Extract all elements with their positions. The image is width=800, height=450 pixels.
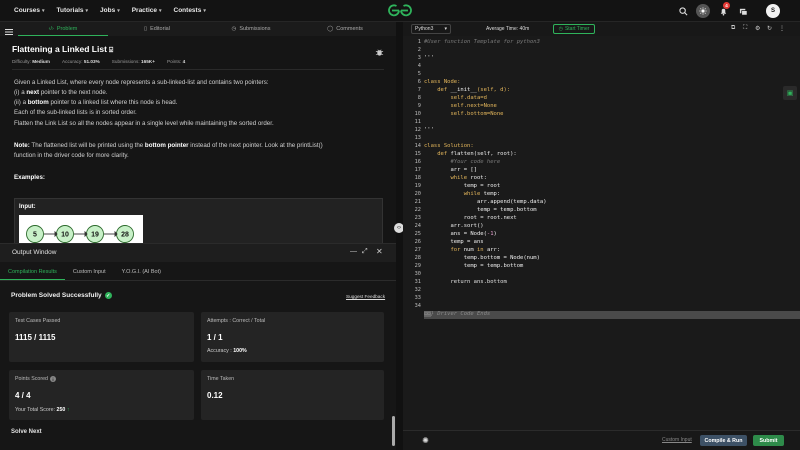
divider xyxy=(12,69,384,70)
accuracy-text: Accuracy : 100% xyxy=(207,348,247,354)
scrollbar[interactable] xyxy=(392,416,395,446)
editor-toolbar: Python3 ▾ Average Time: 40m ◷ Start Timer … xyxy=(403,22,800,36)
chevron-down-icon: ▾ xyxy=(117,7,120,14)
start-timer-button[interactable]: ◷ Start Timer xyxy=(553,24,595,34)
tab-editorial[interactable]: ▯ Editorial xyxy=(112,22,202,36)
bell-icon[interactable]: 4 xyxy=(716,2,730,18)
problem-point-2: (ii) a bottom pointer to a linked list w… xyxy=(14,99,178,106)
more-icon[interactable]: ⋮ xyxy=(779,25,785,32)
comment-icon: ◯ xyxy=(327,26,334,32)
floating-chat-icon[interactable]: ▣ xyxy=(783,86,797,100)
nav-tutorials[interactable]: Tutorials ▾ xyxy=(57,7,88,14)
output-tabs: Compilation Results Custom Input Y.O.G.I… xyxy=(0,264,396,281)
code-icon: ‹/› xyxy=(48,25,54,32)
minimize-icon[interactable]: — xyxy=(350,248,357,255)
info-icon[interactable]: i xyxy=(49,376,56,382)
test-cases-value: 1115 / 1115 xyxy=(15,333,56,342)
nav-practice[interactable]: Practice ▾ xyxy=(132,7,162,14)
reset-icon[interactable]: ↻ xyxy=(767,25,772,32)
custom-input-link[interactable]: Custom Input xyxy=(662,437,692,443)
problem-note: Note: The flattened list will be printed… xyxy=(14,142,323,149)
code-editor[interactable]: #User function Template for python3 ''' … xyxy=(403,36,800,330)
fold-marker[interactable]: ▭▭ xyxy=(424,311,431,317)
average-time: Average Time: 40m xyxy=(486,26,530,32)
output-window: Output Window — ⤢ ✕ Compilation Results … xyxy=(0,243,396,450)
points-value: 4 / 4 xyxy=(15,391,31,400)
status-text: Problem Solved Successfully ✓ xyxy=(11,292,112,299)
top-navbar: Courses ▾ Tutorials ▾ Jobs ▾ Practice ▾ Cont… xyxy=(0,0,800,22)
input-label: Input: xyxy=(19,204,36,210)
output-window-header: Output Window — ⤢ ✕ xyxy=(0,244,396,262)
solve-next-heading[interactable]: Solve Next xyxy=(11,429,42,435)
settings-icon[interactable]: ⚙ xyxy=(755,25,760,32)
chevron-down-icon: ▾ xyxy=(444,26,447,32)
problem-point-3: Each of the sub-linked lists is in sorte… xyxy=(14,109,137,116)
tab-comments[interactable]: ◯ Comments xyxy=(300,22,390,36)
check-circle-icon: ✓ xyxy=(104,292,112,299)
node-label: 5 xyxy=(33,232,37,239)
nav-courses[interactable]: Courses ▾ xyxy=(14,7,45,14)
settings-gear-icon[interactable]: ✺ xyxy=(420,435,431,446)
output-window-title: Output Window xyxy=(12,249,57,256)
panel-divider[interactable]: ‹› xyxy=(394,22,404,450)
problem-point-1: (i) a next pointer to the next node. xyxy=(14,89,108,96)
suggest-feedback-link[interactable]: Suggest Feedback xyxy=(346,294,385,299)
nav-contests[interactable]: Contests ▾ xyxy=(174,7,206,14)
tab-compilation-results[interactable]: Compilation Results xyxy=(0,264,65,280)
search-icon[interactable] xyxy=(676,4,690,18)
bookmark-icon[interactable]: ⍌ xyxy=(109,47,113,54)
clock-icon: ◷ xyxy=(231,26,237,32)
problem-point-4: Flatten the Link List so all the nodes a… xyxy=(14,120,274,127)
cart-icon[interactable] xyxy=(736,4,750,18)
problem-meta: Difficulty: Medium Accuracy: 51.03% Subm… xyxy=(12,59,186,64)
problem-note-cont: function in the driver code for more cla… xyxy=(14,152,129,159)
editor-bottom-bar: ✺ Custom Input Compile & Run Submit xyxy=(403,430,800,450)
bug-icon[interactable] xyxy=(375,44,384,56)
gfg-logo[interactable] xyxy=(388,3,412,18)
theme-toggle-icon[interactable] xyxy=(696,4,710,18)
problem-intro: Given a Linked List, where every node re… xyxy=(14,79,269,86)
time-card: Time Taken 0.12 xyxy=(201,370,384,420)
compile-run-button[interactable]: Compile & Run xyxy=(700,435,747,446)
time-value: 0.12 xyxy=(207,391,223,400)
close-icon[interactable]: ✕ xyxy=(376,247,383,256)
copy-icon[interactable]: ⧉ xyxy=(731,25,735,32)
chevron-down-icon: ▾ xyxy=(203,7,206,14)
problem-panel: ‹/› Problem ▯ Editorial ◷ Submissions ◯ Comm… xyxy=(0,22,396,450)
tab-yogi-ai-bot[interactable]: Y.O.G.I. (AI Bot) xyxy=(114,264,169,280)
points-card: Points Scored i 4 / 4 Your Total Score: 2… xyxy=(9,370,194,420)
node-label: 28 xyxy=(121,232,129,239)
editor-panel: Python3 ▾ Average Time: 40m ◷ Start Timer … xyxy=(403,22,800,450)
node-label: 10 xyxy=(61,232,69,239)
expand-icon[interactable]: ⤢ xyxy=(362,248,368,256)
notification-badge: 4 xyxy=(723,2,730,9)
attempts-value: 1 / 1 xyxy=(207,333,223,342)
page-title: Flattening a Linked List ⍌ xyxy=(12,44,114,54)
node-label: 19 xyxy=(91,232,99,239)
nav-jobs[interactable]: Jobs ▾ xyxy=(100,7,120,14)
avatar[interactable]: S xyxy=(766,4,780,18)
fullscreen-icon[interactable]: ⛶ xyxy=(743,25,747,32)
total-score-text: Your Total Score: 250 ↑ xyxy=(15,407,70,413)
timer-icon: ◷ xyxy=(558,26,563,32)
examples-heading: Examples: xyxy=(14,174,45,181)
problem-tabs: ‹/› Problem ▯ Editorial ◷ Submissions ◯ Comm… xyxy=(0,22,396,36)
chevron-down-icon: ▾ xyxy=(159,7,162,14)
test-cases-card: Test Cases Passed 1115 / 1115 xyxy=(9,312,194,362)
chevron-down-icon: ▾ xyxy=(42,7,45,14)
menu-icon[interactable] xyxy=(4,24,14,36)
submit-button[interactable]: Submit xyxy=(753,435,784,446)
language-select[interactable]: Python3 ▾ xyxy=(411,24,451,34)
document-icon: ▯ xyxy=(144,26,148,32)
attempts-card: Attempts : Correct / Total 1 / 1 Accurac… xyxy=(201,312,384,362)
tab-problem[interactable]: ‹/› Problem xyxy=(18,22,108,36)
tab-custom-input[interactable]: Custom Input xyxy=(65,264,114,280)
tab-submissions[interactable]: ◷ Submissions xyxy=(206,22,296,36)
arrow-up-icon: ↑ xyxy=(66,407,70,413)
chevron-down-icon: ▾ xyxy=(85,7,89,14)
